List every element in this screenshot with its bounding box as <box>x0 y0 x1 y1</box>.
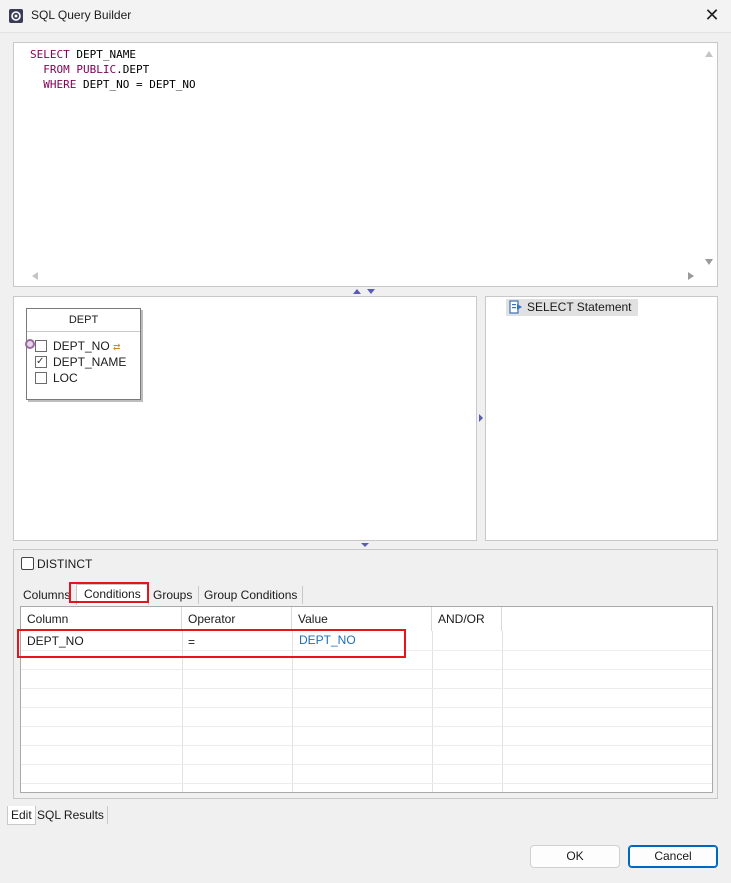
highlight-box-conditions-tab <box>69 582 149 603</box>
tab-edit[interactable]: Edit <box>7 806 36 825</box>
editor-horizontal-scrollbar[interactable] <box>30 270 696 282</box>
highlight-box-condition-row <box>17 629 406 658</box>
column-header-column[interactable]: Column <box>21 607 182 631</box>
title-bar: SQL Query Builder ✕ <box>0 0 731 33</box>
grid-line <box>502 631 503 792</box>
editor-vertical-scrollbar[interactable] <box>703 47 715 269</box>
window-title: SQL Query Builder <box>31 8 132 22</box>
column-header-operator[interactable]: Operator <box>182 607 292 631</box>
column-header-value[interactable]: Value <box>292 607 432 631</box>
table-node-dept[interactable]: DEPT DEPT_NO ⇄ DEPT_NAME LOC <box>25 308 141 400</box>
sql-token: .DEPT <box>116 63 150 76</box>
column-checkbox[interactable] <box>35 354 47 370</box>
outline-tree[interactable]: SELECT Statement <box>485 296 718 541</box>
column-checkbox[interactable] <box>35 372 47 384</box>
table-column-dept-name[interactable]: DEPT_NAME <box>35 354 126 370</box>
sql-keyword: PUBLIC <box>76 63 117 76</box>
sql-keyword: SELECT <box>30 48 70 61</box>
distinct-option[interactable]: DISTINCT <box>21 557 92 571</box>
sash-toggle-icon[interactable] <box>352 288 378 295</box>
close-icon: ✕ <box>704 5 720 25</box>
grid-line <box>21 669 712 670</box>
grid-line <box>21 745 712 746</box>
tab-group-conditions[interactable]: Group Conditions <box>198 586 304 604</box>
table-column-loc[interactable]: LOC <box>35 370 78 386</box>
tab-groups[interactable]: Groups <box>150 586 196 604</box>
select-statement-node[interactable]: SELECT Statement <box>506 299 638 316</box>
select-statement-icon <box>509 300 522 314</box>
sql-line[interactable]: WHERE DEPT_NO = DEPT_NO <box>30 77 196 92</box>
sql-keyword: WHERE <box>30 78 77 91</box>
ok-button[interactable]: OK <box>530 845 620 868</box>
grid-line <box>21 707 712 708</box>
diagram-canvas[interactable]: DEPT DEPT_NO ⇄ DEPT_NAME LOC <box>13 296 477 541</box>
query-builder-icon <box>9 9 23 23</box>
tab-columns[interactable]: Columns <box>20 586 74 604</box>
sql-editor[interactable]: SELECT DEPT_NAME FROM PUBLIC.DEPT WHERE … <box>13 42 718 287</box>
sql-text[interactable]: SELECT DEPT_NAME FROM PUBLIC.DEPT WHERE … <box>30 47 196 92</box>
join-endpoint-icon[interactable] <box>25 339 35 349</box>
table-column-dept-no[interactable]: DEPT_NO ⇄ <box>35 338 121 354</box>
sash-toggle-icon[interactable] <box>361 542 370 548</box>
key-link-icon: ⇄ <box>113 342 121 352</box>
grid-line <box>21 688 712 689</box>
table-node-title: DEPT <box>27 309 140 332</box>
grid-line <box>432 631 433 792</box>
tab-sql-results[interactable]: SQL Results <box>34 806 108 824</box>
cell-and-or[interactable] <box>432 632 438 650</box>
column-checkbox[interactable] <box>35 340 47 352</box>
column-header-and-or[interactable]: AND/OR <box>432 607 502 631</box>
grid-line <box>21 783 712 784</box>
grid-line <box>21 764 712 765</box>
grid-line <box>21 726 712 727</box>
sash-toggle-icon[interactable] <box>478 413 484 423</box>
sql-token: DEPT_NAME <box>69 48 136 61</box>
sql-line[interactable]: FROM PUBLIC.DEPT <box>30 62 196 77</box>
sql-token: DEPT_NO = DEPT_NO <box>76 78 196 91</box>
scroll-arrows-icon <box>32 272 694 280</box>
cancel-button[interactable]: Cancel <box>628 845 718 868</box>
close-button[interactable]: ✕ <box>697 1 727 29</box>
scroll-arrows-icon <box>705 51 713 265</box>
sql-line[interactable]: SELECT DEPT_NAME <box>30 47 196 62</box>
distinct-checkbox[interactable] <box>21 557 34 570</box>
sql-keyword: FROM <box>30 63 70 76</box>
